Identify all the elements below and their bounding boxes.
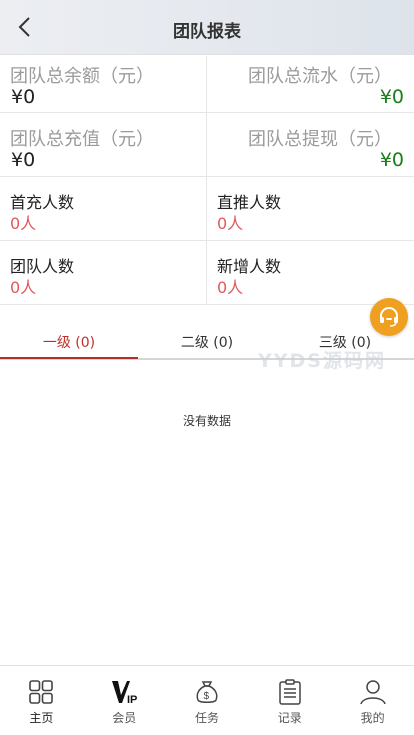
- stat-team-balance: 团队总余额（元） ¥0: [0, 56, 207, 112]
- tabbar-item-records[interactable]: 记录: [248, 666, 331, 735]
- clipboard-icon: [279, 679, 301, 705]
- tabbar-label: 任务: [194, 711, 219, 725]
- tabbar-label: 主页: [29, 711, 54, 725]
- stat-label: 团队总流水（元）: [248, 66, 392, 87]
- page-title: 团队报表: [173, 22, 241, 42]
- stat-value: 0人: [10, 214, 37, 233]
- bottom-tabbar: 主页 IP 会员 $ 任务 记录 我的: [0, 665, 414, 735]
- stat-team-turnover: 团队总流水（元） ¥0: [207, 56, 414, 112]
- money-row-2: 团队总充值（元） ¥0 团队总提现（元） ¥0: [0, 113, 414, 177]
- tab-level-1[interactable]: 一级 (0): [0, 332, 138, 352]
- stat-value: 0人: [217, 278, 244, 297]
- stat-label: 团队总余额（元）: [10, 66, 154, 87]
- tabbar-item-profile[interactable]: 我的: [331, 666, 414, 735]
- svg-text:IP: IP: [127, 694, 137, 706]
- money-row-1: 团队总余额（元） ¥0 团队总流水（元） ¥0: [0, 56, 414, 113]
- stat-team-recharge: 团队总充值（元） ¥0: [0, 113, 207, 176]
- stat-new-member-count: 新增人数 0人: [207, 241, 414, 304]
- top-header: 团队报表: [0, 0, 414, 55]
- stat-value: 0人: [217, 214, 244, 233]
- headset-icon: [380, 307, 398, 327]
- vip-icon: IP: [112, 681, 138, 706]
- customer-service-button[interactable]: [370, 298, 408, 336]
- grid-icon: [29, 680, 54, 704]
- stat-first-recharge-count: 首充人数 0人: [0, 177, 207, 240]
- stat-direct-referral-count: 直推人数 0人: [207, 177, 414, 240]
- stat-team-withdraw: 团队总提现（元） ¥0: [207, 113, 414, 176]
- tabbar-item-vip[interactable]: IP 会员: [83, 666, 166, 735]
- tabbar-label: 记录: [277, 711, 302, 725]
- stat-value: ¥0: [379, 86, 404, 108]
- svg-text:$: $: [203, 691, 209, 702]
- active-tab-indicator: [0, 357, 138, 359]
- stat-value: ¥0: [11, 149, 36, 171]
- stat-value: ¥0: [379, 149, 404, 171]
- stat-label: 团队总充值（元）: [10, 129, 154, 150]
- user-icon: [359, 680, 386, 705]
- tabbar-item-home[interactable]: 主页: [0, 666, 83, 735]
- stat-label: 团队总提现（元）: [248, 129, 392, 150]
- empty-state-text: 没有数据: [182, 414, 231, 428]
- tabbar-label: 会员: [112, 711, 137, 725]
- tabbar-item-tasks[interactable]: $ 任务: [166, 666, 249, 735]
- stat-value: 0人: [10, 278, 37, 297]
- stats-panel: 团队总余额（元） ¥0 团队总流水（元） ¥0 团队总充值（元） ¥0 团队总提…: [0, 56, 414, 305]
- watermark: YYDS源码网: [258, 350, 386, 372]
- stat-team-member-count: 团队人数 0人: [0, 241, 207, 304]
- count-row-1: 首充人数 0人 直推人数 0人: [0, 177, 414, 241]
- stat-value: ¥0: [11, 86, 36, 108]
- tab-level-2[interactable]: 二级 (0): [138, 332, 276, 352]
- tabbar-label: 我的: [360, 711, 385, 725]
- count-row-2: 团队人数 0人 新增人数 0人: [0, 241, 414, 305]
- money-bag-icon: $: [196, 681, 218, 703]
